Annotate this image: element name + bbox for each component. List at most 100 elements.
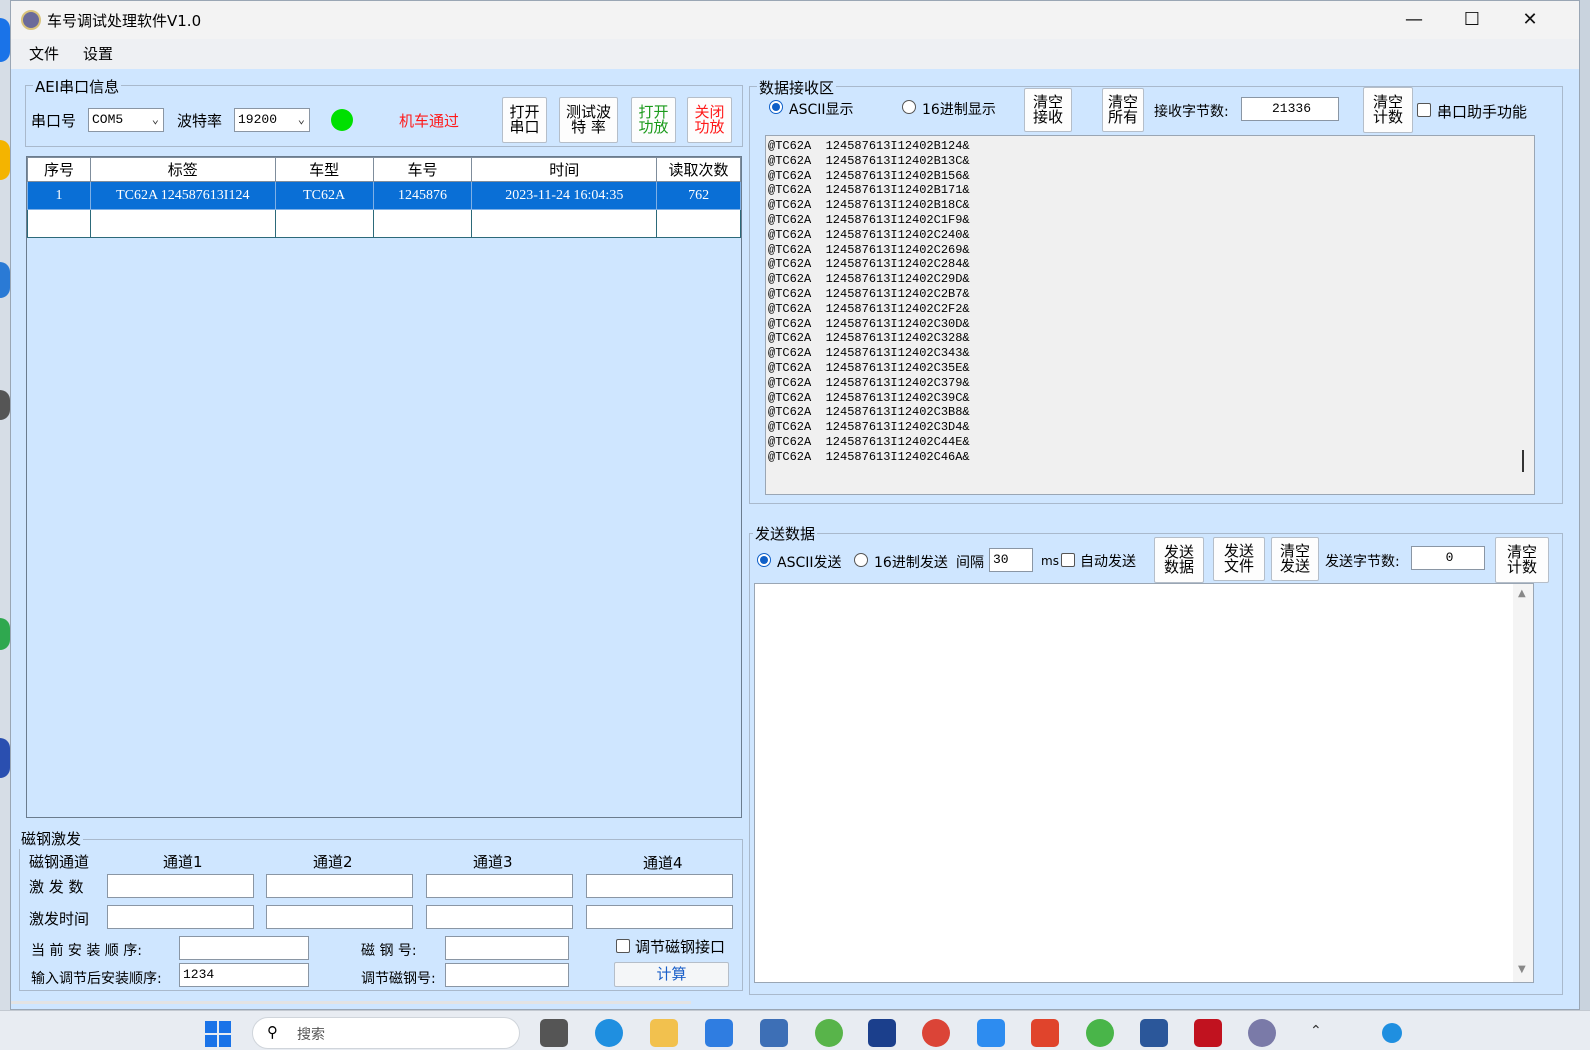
close-amp-button[interactable]: 关闭功放 (687, 97, 732, 143)
table-cell[interactable] (656, 209, 741, 238)
input-order-field[interactable]: 1234 (179, 963, 309, 987)
menu-file[interactable]: 文件 (29, 43, 59, 64)
app-icon[interactable] (815, 1019, 843, 1047)
column-header[interactable]: 车号 (372, 157, 473, 182)
table-row[interactable]: 1 TC62A 124587613I124 TC62A 1245876 2023-11-… (27, 181, 741, 210)
desktop-edge (0, 0, 10, 1010)
tray-chevron-icon[interactable]: ⌃ (1310, 1023, 1322, 1039)
auto-send-label: 自动发送 (1080, 554, 1136, 570)
send-textarea[interactable]: ▲ ▼ (754, 583, 1534, 983)
table-cell[interactable]: 1 (27, 181, 91, 210)
clear-send-label: 清空发送 (1279, 542, 1310, 575)
adjust-interface-checkbox[interactable] (616, 939, 630, 953)
desktop-icon[interactable] (0, 390, 10, 420)
maximize-icon[interactable]: ☐ (1443, 1, 1501, 39)
column-header[interactable]: 标签 (89, 157, 276, 182)
close-icon[interactable]: ✕ (1501, 1, 1559, 39)
ascii-send-radio[interactable] (757, 553, 771, 567)
menu-settings[interactable]: 设置 (83, 43, 113, 64)
send-bytes-field[interactable]: 0 (1411, 546, 1485, 570)
desktop-icon[interactable] (0, 738, 10, 778)
app-icon[interactable] (1194, 1019, 1222, 1047)
clear-send-count-button[interactable]: 清空计数 (1495, 537, 1549, 583)
desktop-icon[interactable] (0, 618, 10, 650)
ch1-time-field[interactable] (107, 905, 254, 929)
ch3-count-field[interactable] (426, 874, 573, 898)
desktop-icon[interactable] (0, 18, 10, 62)
ch1-count-field[interactable] (107, 874, 254, 898)
recv-bytes-field[interactable]: 21336 (1241, 97, 1339, 121)
start-icon[interactable] (205, 1021, 231, 1047)
ch4-time-field[interactable] (586, 905, 733, 929)
test-baud-button[interactable]: 测试波特 率 (559, 97, 618, 143)
chrome-icon[interactable] (922, 1019, 950, 1047)
send-scrollbar[interactable]: ▲ ▼ (1513, 584, 1533, 982)
recv-line: @TC62A 124587613I12402C379& (768, 375, 970, 390)
serial-helper-checkbox[interactable] (1417, 103, 1431, 117)
scroll-up-icon[interactable]: ▲ (1518, 588, 1526, 599)
bottom-scrollbar[interactable] (11, 1001, 691, 1004)
send-data-button[interactable]: 发送数据 (1154, 537, 1204, 583)
table-cell[interactable]: TC62A (274, 181, 374, 210)
app-icon[interactable] (868, 1019, 896, 1047)
magnet-no-field[interactable] (445, 936, 569, 960)
open-port-button[interactable]: 打开串口 (502, 97, 547, 143)
clear-send-button[interactable]: 清空发送 (1271, 537, 1319, 581)
column-header[interactable]: 序号 (27, 157, 91, 182)
hex-display-radio[interactable] (902, 100, 916, 114)
desktop-icon[interactable] (0, 140, 10, 180)
send-file-label: 发送文件 (1223, 542, 1254, 575)
app-icon[interactable] (977, 1019, 1005, 1047)
file-explorer-icon[interactable] (650, 1019, 678, 1047)
edge-icon[interactable] (595, 1019, 623, 1047)
baud-select[interactable]: 19200 ⌄ (234, 108, 310, 132)
table-cell[interactable]: 1245876 (372, 181, 473, 210)
table-cell[interactable] (274, 209, 374, 238)
recv-textarea[interactable]: @TC62A 124587613I12402B124& @TC62A 124587… (765, 135, 1535, 495)
wechat-icon[interactable] (1086, 1019, 1114, 1047)
tray-app-icon[interactable] (1382, 1023, 1402, 1043)
app-icon[interactable] (1031, 1019, 1059, 1047)
ch3-time-field[interactable] (426, 905, 573, 929)
scroll-down-icon[interactable]: ▼ (1518, 964, 1526, 975)
minimize-icon[interactable]: — (1385, 1, 1443, 39)
column-header[interactable]: 时间 (471, 157, 658, 182)
word-icon[interactable] (1140, 1019, 1168, 1047)
calculate-button[interactable]: 计算 (614, 962, 729, 987)
hex-send-radio[interactable] (854, 553, 868, 567)
table-cell[interactable]: 2023-11-24 16:04:35 (471, 181, 658, 210)
clear-all-label: 清空所有 (1107, 93, 1138, 126)
column-header[interactable]: 车型 (274, 157, 374, 182)
clear-recv-count-button[interactable]: 清空计数 (1363, 87, 1413, 133)
table-new-row[interactable] (27, 209, 741, 238)
ch4-count-field[interactable] (586, 874, 733, 898)
current-order-field[interactable] (179, 936, 309, 960)
ch2-time-field[interactable] (266, 905, 413, 929)
column-header[interactable]: 读取次数 (656, 157, 741, 182)
ascii-display-radio[interactable] (769, 100, 783, 114)
desktop-icon[interactable] (0, 262, 10, 298)
table-cell[interactable]: TC62A 124587613I124 (89, 181, 276, 210)
table-cell[interactable] (471, 209, 658, 238)
clear-all-button[interactable]: 清空所有 (1102, 88, 1144, 132)
interval-field[interactable]: 30 (989, 548, 1033, 572)
ch2-count-field[interactable] (266, 874, 413, 898)
table-cell[interactable] (372, 209, 473, 238)
port-select[interactable]: COM5 ⌄ (88, 108, 164, 132)
clear-recv-button[interactable]: 清空接收 (1024, 88, 1072, 132)
open-amp-button[interactable]: 打开功放 (631, 97, 676, 143)
table-cell[interactable]: 762 (656, 181, 741, 210)
adjust-no-field[interactable] (445, 963, 569, 987)
recv-line: @TC62A 124587613I12402C240& (768, 227, 970, 242)
magnet-channel-header: 磁钢通道 (29, 853, 90, 871)
search-box[interactable]: ⚲ 搜索 (252, 1017, 520, 1049)
table-cell[interactable] (27, 209, 91, 238)
app-icon[interactable] (760, 1019, 788, 1047)
scrollbar-thumb[interactable] (1522, 450, 1524, 472)
table-cell[interactable] (89, 209, 276, 238)
current-app-icon[interactable] (1248, 1019, 1276, 1047)
auto-send-checkbox[interactable] (1061, 553, 1075, 567)
task-view-icon[interactable] (540, 1019, 568, 1047)
send-file-button[interactable]: 发送文件 (1213, 537, 1265, 581)
app-icon[interactable] (705, 1019, 733, 1047)
